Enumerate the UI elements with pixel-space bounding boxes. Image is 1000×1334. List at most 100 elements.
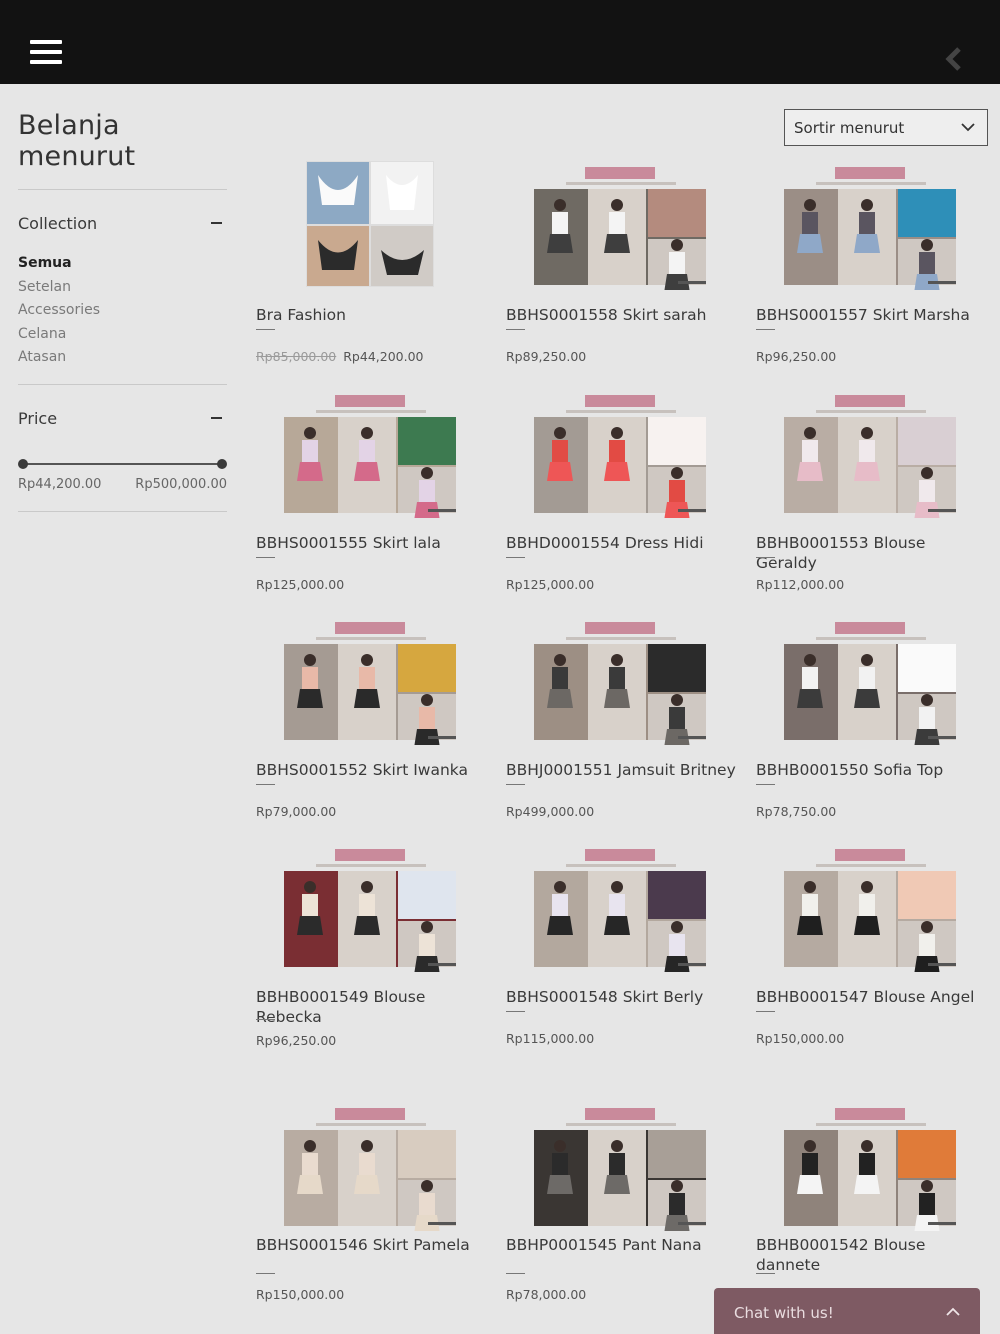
- product-card[interactable]: BBHJ0001551 Jamsuit Britney Rp499,000.00: [506, 610, 741, 819]
- model-top: [359, 894, 375, 916]
- separator-line: [506, 784, 525, 785]
- product-card[interactable]: BBHP0001545 Pant Nana Rp78,000.00: [506, 1108, 741, 1334]
- product-name[interactable]: BBHB0001550 Sofia Top: [756, 760, 991, 780]
- product-image[interactable]: [756, 837, 991, 972]
- product-image[interactable]: [256, 383, 491, 518]
- chevron-up-icon[interactable]: [946, 1307, 960, 1316]
- chevron-left-icon[interactable]: [944, 46, 964, 72]
- product-card[interactable]: BBHB0001549 Blouse Rebecka Rp96,250.00: [256, 837, 491, 1048]
- product-name[interactable]: BBHS0001558 Skirt sarah: [506, 305, 741, 325]
- code-label: [928, 1222, 956, 1225]
- product-image[interactable]: [756, 610, 991, 745]
- photo-panel: [648, 417, 706, 465]
- product-name[interactable]: BBHB0001542 Blouse dannete: [756, 1235, 991, 1275]
- collection-item-celana[interactable]: Celana: [18, 323, 227, 347]
- code-label: [428, 1222, 456, 1225]
- model-top: [359, 667, 375, 689]
- product-image[interactable]: [506, 383, 741, 518]
- model-top: [552, 894, 568, 916]
- model-top: [609, 440, 625, 462]
- product-card[interactable]: BBHB0001550 Sofia Top Rp78,750.00: [756, 610, 991, 819]
- collapse-icon[interactable]: [211, 222, 222, 224]
- product-card[interactable]: BBHS0001557 Skirt Marsha Rp96,250.00: [756, 155, 991, 364]
- product-image[interactable]: [506, 155, 741, 290]
- product-name[interactable]: BBHJ0001551 Jamsuit Britney: [506, 760, 741, 780]
- product-name[interactable]: BBHB0001549 Blouse Rebecka: [256, 987, 491, 1027]
- photo-panel: [398, 871, 456, 919]
- slider-max-handle[interactable]: [217, 458, 227, 469]
- brand-banner: [585, 622, 655, 634]
- product-image[interactable]: [256, 155, 491, 290]
- product-card[interactable]: BBHS0001548 Skirt Berly Rp115,000.00: [506, 837, 741, 1046]
- product-card[interactable]: BBHD0001554 Dress Hidi Rp125,000.00: [506, 383, 741, 592]
- code-label: [928, 736, 956, 739]
- product-name[interactable]: Bra Fashion: [256, 305, 491, 325]
- code-label: [928, 963, 956, 966]
- collection-item-atasan[interactable]: Atasan: [18, 346, 227, 370]
- product-name[interactable]: BBHP0001545 Pant Nana: [506, 1235, 741, 1255]
- sort-dropdown[interactable]: Sortir menurut: [784, 109, 988, 146]
- brand-banner: [585, 167, 655, 179]
- product-card[interactable]: Bra Fashion Rp85,000.00 Rp44,200.00: [256, 155, 491, 364]
- model-top: [669, 252, 685, 274]
- collection-item-accessories[interactable]: Accessories: [18, 299, 227, 323]
- product-image[interactable]: [506, 610, 741, 745]
- model-bottom: [354, 689, 380, 708]
- product-image[interactable]: [256, 610, 491, 745]
- product-name[interactable]: BBHS0001548 Skirt Berly: [506, 987, 741, 1007]
- product-image[interactable]: [256, 1096, 491, 1231]
- model-head: [304, 881, 316, 893]
- product-name[interactable]: BBHS0001546 Skirt Pamela: [256, 1235, 491, 1255]
- collection-header[interactable]: Collection: [18, 214, 227, 244]
- product-name[interactable]: BBHS0001557 Skirt Marsha: [756, 305, 991, 325]
- price-header[interactable]: Price: [18, 409, 227, 439]
- collapse-icon[interactable]: [211, 416, 222, 419]
- model-top: [669, 707, 685, 729]
- brand-banner: [835, 167, 905, 179]
- collection-item-setelan[interactable]: Setelan: [18, 276, 227, 300]
- product-price: Rp96,250.00: [756, 349, 836, 364]
- current-price: Rp125,000.00: [256, 577, 345, 592]
- product-image[interactable]: [756, 155, 991, 290]
- product-card[interactable]: BBHS0001555 Skirt lala Rp125,000.00: [256, 383, 491, 592]
- product-name[interactable]: BBHD0001554 Dress Hidi: [506, 533, 741, 553]
- product-name[interactable]: BBHB0001547 Blouse Angel: [756, 987, 991, 1007]
- slider-min-handle[interactable]: [18, 458, 28, 469]
- photo-panel: [898, 1130, 956, 1178]
- photo-panel: [398, 1130, 456, 1178]
- code-label: [428, 509, 456, 512]
- product-name[interactable]: BBHS0001552 Skirt Iwanka: [256, 760, 491, 780]
- top-bar: [0, 0, 1000, 84]
- brand-banner: [835, 622, 905, 634]
- product-price: Rp125,000.00: [506, 577, 594, 592]
- product-card[interactable]: BBHS0001546 Skirt Pamela Rp150,000.00: [256, 1108, 491, 1334]
- product-card[interactable]: BBHS0001552 Skirt Iwanka Rp79,000.00: [256, 610, 491, 819]
- product-card[interactable]: BBHB0001553 Blouse Geraldy Rp112,000.00: [756, 383, 991, 592]
- model-top: [552, 667, 568, 689]
- model-head: [671, 694, 683, 706]
- current-price: Rp96,250.00: [756, 349, 837, 364]
- model-bottom: [797, 689, 823, 708]
- hamburger-icon[interactable]: [30, 40, 62, 68]
- chat-widget[interactable]: Chat with us!: [714, 1288, 980, 1334]
- separator-line: [506, 1011, 525, 1012]
- product-image[interactable]: [506, 837, 741, 972]
- product-image[interactable]: [756, 1096, 991, 1231]
- model-head: [921, 694, 933, 706]
- collection-item-semua[interactable]: Semua: [18, 252, 227, 276]
- model-bottom: [604, 916, 630, 935]
- product-image[interactable]: [256, 837, 491, 972]
- product-card[interactable]: BBHB0001547 Blouse Angel Rp150,000.00: [756, 837, 991, 1046]
- separator-line: [756, 1273, 775, 1274]
- product-card[interactable]: BBHS0001558 Skirt sarah Rp89,250.00: [506, 155, 741, 364]
- product-name[interactable]: BBHB0001553 Blouse Geraldy: [756, 533, 991, 573]
- product-name[interactable]: BBHS0001555 Skirt lala: [256, 533, 491, 553]
- price-range: Rp44,200.00 Rp500,000.00: [18, 477, 227, 499]
- price-min: Rp44,200.00: [18, 476, 102, 492]
- product-image[interactable]: [756, 383, 991, 518]
- product-image[interactable]: [506, 1096, 741, 1231]
- product-price: Rp85,000.00 Rp44,200.00: [256, 349, 424, 364]
- model-head: [671, 921, 683, 933]
- product-price: Rp150,000.00: [256, 1287, 344, 1302]
- price-slider[interactable]: [18, 457, 227, 471]
